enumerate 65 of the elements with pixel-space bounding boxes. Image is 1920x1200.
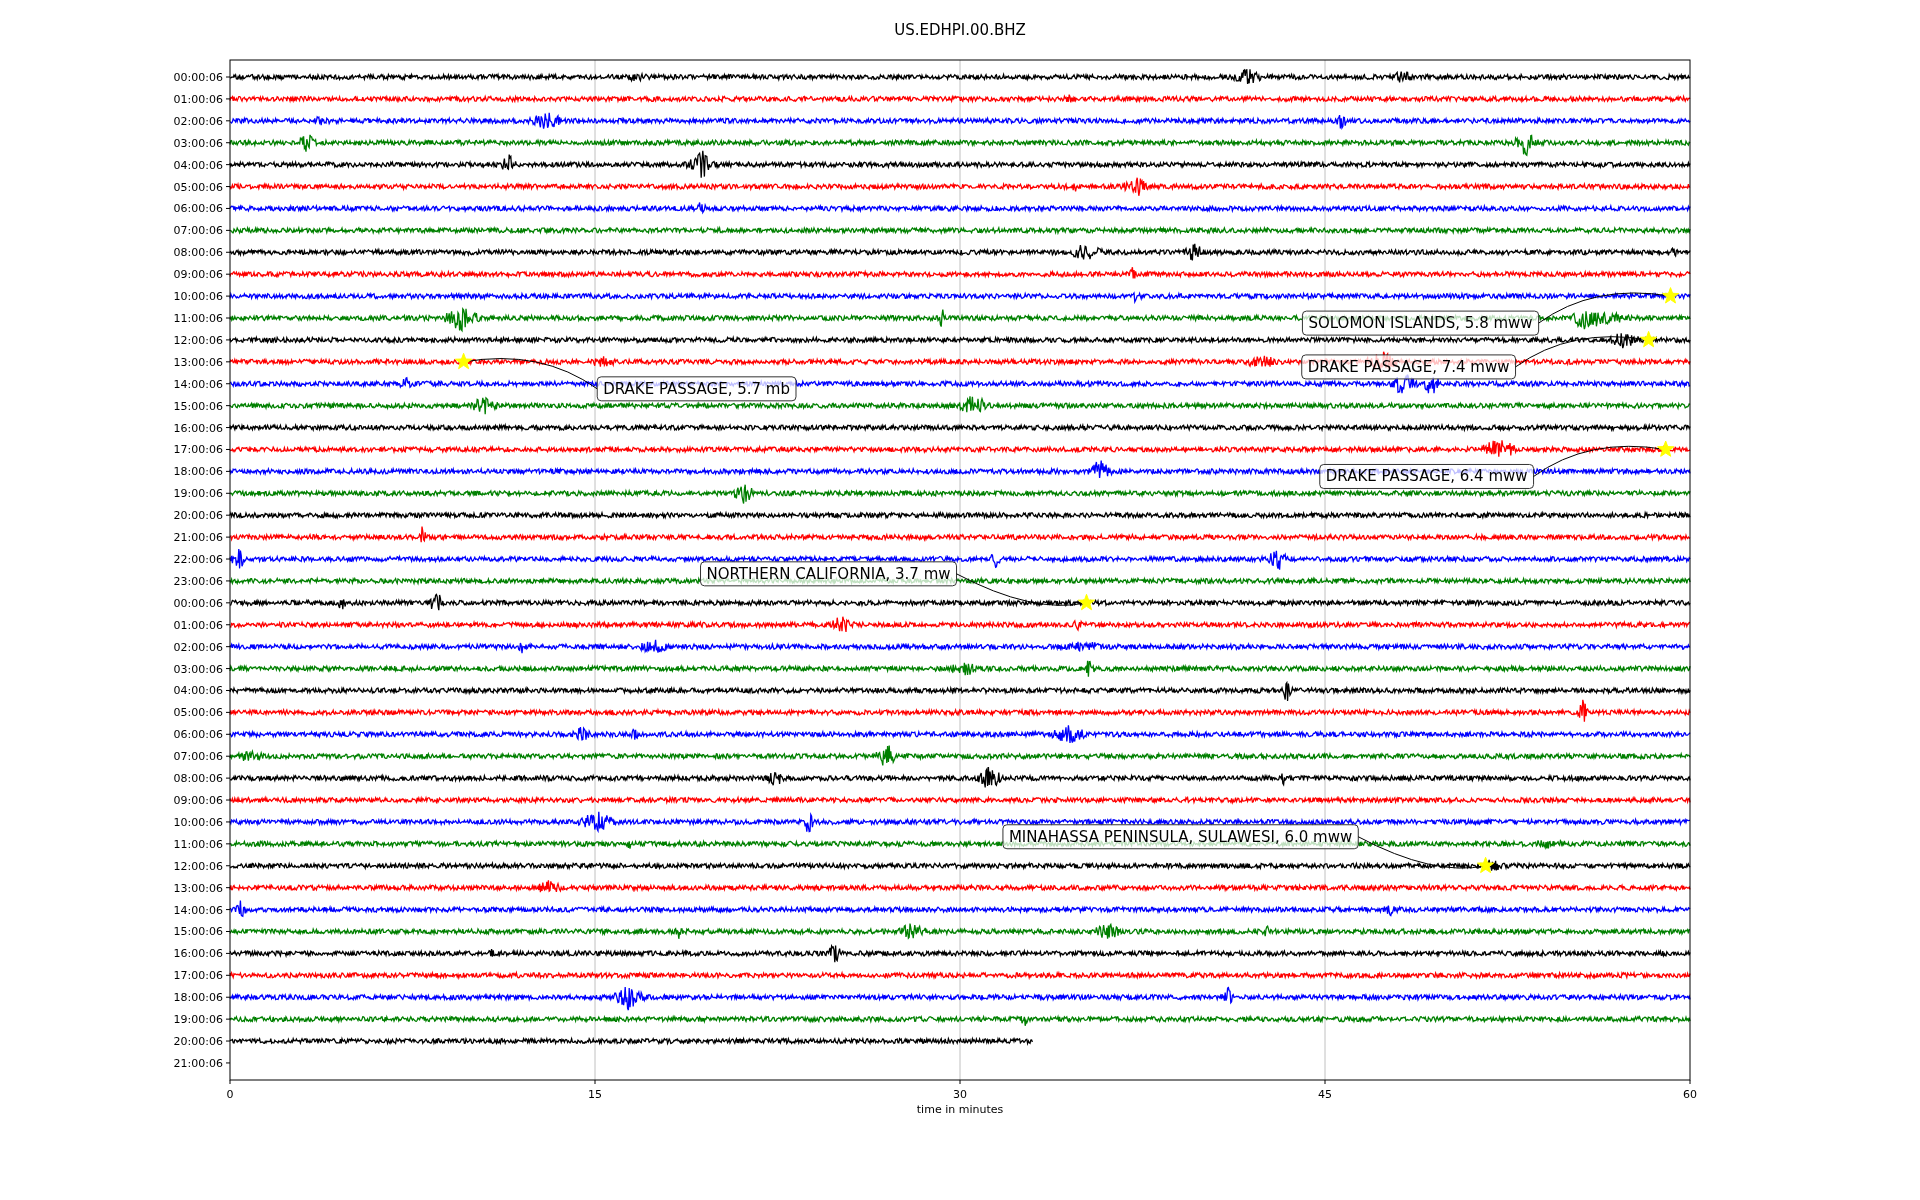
event-label: MINAHASSA PENINSULA, SULAWESI, 6.0 mww [1002,824,1359,850]
axis-tick-label: 00:00:06 [173,71,223,84]
axis-tick-label: 02:00:06 [173,640,223,654]
event-label: SOLOMON ISLANDS, 5.8 mww [1301,310,1540,336]
axis-tick-label: 23:00:06 [173,574,223,588]
axis-tick-label: 05:00:06 [173,180,223,194]
axis-tick-label: 10:00:06 [173,290,223,304]
axis-label: time in minutes [916,1103,1004,1116]
axis-tick-label: 04:00:06 [173,684,223,698]
axis-tick-label: 09:00:06 [173,268,223,282]
axis-tick-label: 02:00:06 [173,114,223,128]
axis-tick-label: 00:00:06 [173,596,223,610]
axis-tick-label: 15:00:06 [173,925,223,939]
axis-tick-label: 30 [953,1088,967,1101]
axis-tick-label: 08:00:06 [173,772,223,786]
star-icon [1477,856,1495,874]
axis-tick-label: 17:00:06 [173,969,223,983]
axis-tick-label: 08:00:06 [173,246,223,260]
event-label: DRAKE PASSAGE, 5.7 mb [596,376,797,402]
axis-tick-label: 12:00:06 [173,859,223,873]
axis-tick-label: 01:00:06 [173,618,223,632]
event-label: DRAKE PASSAGE, 6.4 mww [1319,463,1535,489]
star-icon [1640,330,1658,348]
star-icon [455,352,473,370]
axis-tick-label: 20:00:06 [173,1035,223,1049]
axis-tick-label: 06:00:06 [173,202,223,216]
axis-tick-label: 18:00:06 [173,465,223,479]
axis-tick-label: 11:00:06 [173,837,223,851]
axis-tick-label: 15 [588,1088,602,1101]
axis-tick-label: 19:00:06 [173,487,223,501]
star-icon [1657,440,1675,457]
axis-tick-label: 03:00:06 [173,136,223,150]
event-label: NORTHERN CALIFORNIA, 3.7 mw [700,561,958,587]
axis-tick-label: 12:00:06 [173,333,223,347]
axis-tick-label: 45 [1318,1088,1332,1101]
star-icon [1661,287,1680,304]
axis-tick-label: 04:00:06 [173,158,223,172]
axis-tick-label: 13:00:06 [173,355,223,369]
axis-tick-label: 17:00:06 [173,443,223,457]
axis-tick-label: 16:00:06 [173,947,223,961]
axis-tick-label: 19:00:06 [173,1013,223,1027]
axis-tick-label: 09:00:06 [173,794,223,808]
axis-tick-label: 60 [1683,1088,1697,1101]
axis-tick-label: 21:00:06 [173,531,223,545]
axis-tick-label: 06:00:06 [173,728,223,742]
axis-tick-label: 05:00:06 [173,706,223,720]
event-label: DRAKE PASSAGE, 7.4 mww [1301,354,1517,380]
star-icon [1077,593,1096,611]
axis-tick-label: 22:00:06 [173,553,223,566]
axis-tick-label: 21:00:06 [173,1056,223,1070]
axis-tick-label: 01:00:06 [173,92,223,106]
axis-tick-label: 0 [226,1088,234,1101]
axis-tick-label: 14:00:06 [173,377,223,391]
axis-tick-label: 20:00:06 [173,509,223,523]
axis-tick-label: 07:00:06 [173,750,223,764]
axis-tick-label: 13:00:06 [173,881,223,895]
axis-tick-label: 10:00:06 [173,815,223,829]
axis-tick-label: 03:00:06 [173,662,223,676]
axis-tick-label: 15:00:06 [173,399,223,413]
axis-tick-label: 18:00:06 [173,991,223,1005]
axis-tick-label: 11:00:06 [173,312,223,325]
axis-tick-label: 14:00:06 [173,903,223,917]
axis-tick-label: 07:00:06 [173,224,223,238]
plot-title: US.EDHPI.00.BHZ [894,21,1026,39]
axis-tick-label: 16:00:06 [173,421,223,435]
